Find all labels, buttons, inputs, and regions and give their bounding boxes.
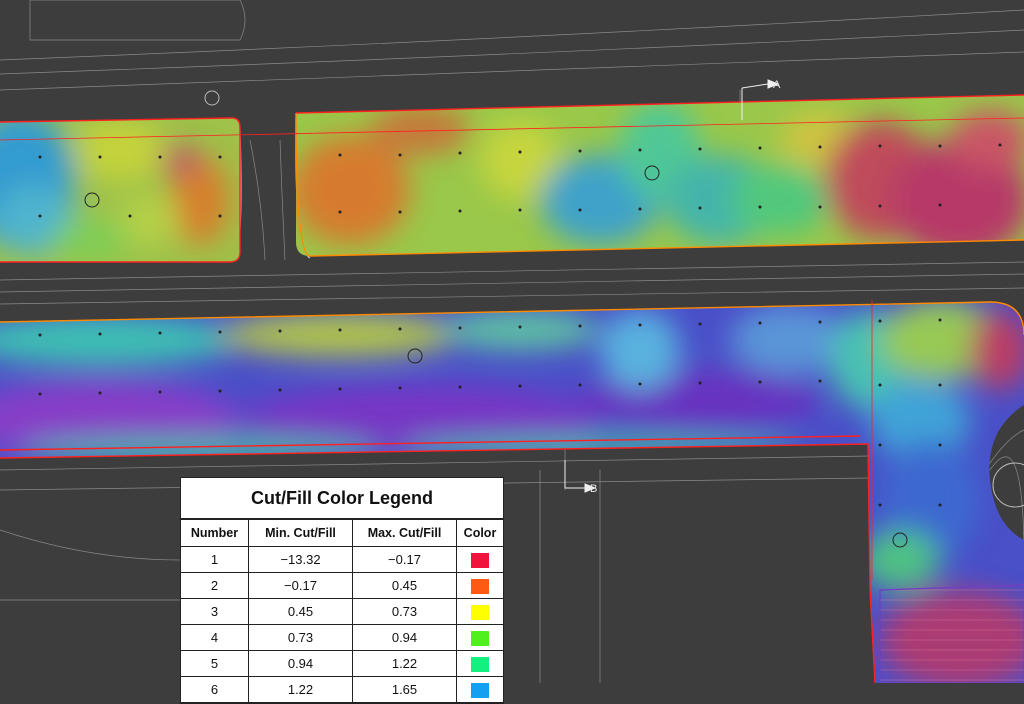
- legend-swatch: [471, 656, 489, 672]
- legend-number: 5: [181, 650, 249, 677]
- legend-max: 0.45: [352, 572, 457, 599]
- cut-fill-area-1: [0, 118, 240, 262]
- header-color: Color: [456, 519, 503, 547]
- legend-min: −0.17: [248, 572, 353, 599]
- legend-number: 1: [181, 546, 249, 573]
- legend-max: 1.22: [352, 650, 457, 677]
- legend-row: 1 −13.32 −0.17: [181, 546, 503, 573]
- legend-color-cell: [456, 676, 503, 703]
- legend-color-cell: [456, 624, 503, 651]
- legend-swatch: [471, 682, 489, 698]
- legend-color-cell: [456, 546, 503, 573]
- header-min: Min. Cut/Fill: [248, 519, 353, 547]
- legend-min: 0.73: [248, 624, 353, 651]
- legend-row: 3 0.45 0.73: [181, 598, 503, 625]
- cut-fill-map: A B: [0, 0, 1024, 683]
- legend-row: 4 0.73 0.94: [181, 624, 503, 651]
- legend-number: 3: [181, 598, 249, 625]
- cut-fill-area-3: [0, 302, 1024, 683]
- legend-header-row: Number Min. Cut/Fill Max. Cut/Fill Color: [181, 519, 503, 547]
- legend-min: 0.45: [248, 598, 353, 625]
- legend-swatch: [471, 578, 489, 594]
- legend-color-cell: [456, 598, 503, 625]
- legend-number: 2: [181, 572, 249, 599]
- header-max: Max. Cut/Fill: [352, 519, 457, 547]
- header-number: Number: [181, 519, 249, 547]
- legend-title: Cut/Fill Color Legend: [181, 478, 503, 519]
- legend-min: −13.32: [248, 546, 353, 573]
- legend-min: 0.94: [248, 650, 353, 677]
- section-a-label: A: [773, 79, 781, 91]
- legend-row: 5 0.94 1.22: [181, 650, 503, 677]
- legend-max: 0.73: [352, 598, 457, 625]
- legend-table: Number Min. Cut/Fill Max. Cut/Fill Color…: [181, 519, 503, 703]
- legend-max: −0.17: [352, 546, 457, 573]
- legend-max: 1.65: [352, 676, 457, 703]
- legend-color-cell: [456, 650, 503, 677]
- legend-row: 6 1.22 1.65: [181, 676, 503, 703]
- legend-number: 6: [181, 676, 249, 703]
- cut-fill-legend: Cut/Fill Color Legend Number Min. Cut/Fi…: [180, 477, 504, 704]
- legend-max: 0.94: [352, 624, 457, 651]
- legend-swatch: [471, 604, 489, 620]
- legend-swatch: [471, 630, 489, 646]
- legend-color-cell: [456, 572, 503, 599]
- legend-number: 4: [181, 624, 249, 651]
- legend-row: 2 −0.17 0.45: [181, 572, 503, 599]
- legend-min: 1.22: [248, 676, 353, 703]
- legend-swatch: [471, 552, 489, 568]
- section-b-label: B: [590, 483, 597, 495]
